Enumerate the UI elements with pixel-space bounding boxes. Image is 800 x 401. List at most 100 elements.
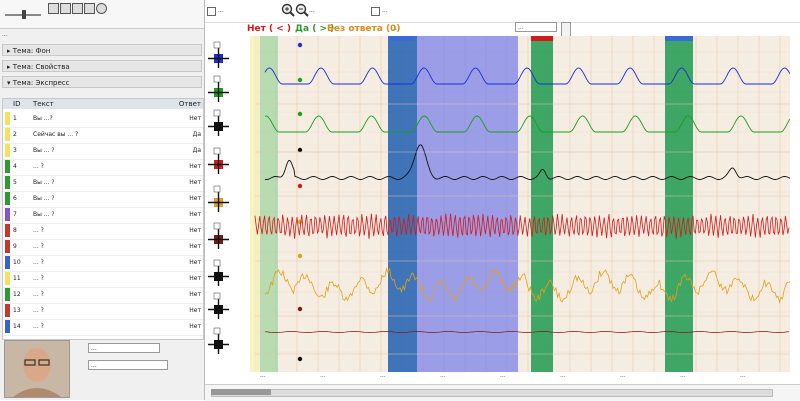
- highlight-green-3: [665, 36, 693, 372]
- topic-row-2[interactable]: ▸ Тема: Свойства: [2, 60, 202, 72]
- time-label: ...: [440, 372, 446, 379]
- channel-checkbox[interactable]: [213, 327, 221, 335]
- channel-marker-dot: [297, 147, 303, 153]
- channel-control[interactable]: [208, 147, 229, 174]
- channel-marker-dot: [297, 183, 303, 189]
- question-text: ... ?: [33, 243, 44, 250]
- question-text: Вы ... ?: [33, 179, 55, 186]
- question-id: 5: [13, 179, 17, 186]
- question-color-marker: [5, 240, 10, 253]
- question-answer: Нет: [189, 291, 201, 298]
- channel-checkbox[interactable]: [213, 109, 221, 117]
- question-answer: Нет: [189, 211, 201, 218]
- question-text: ... ?: [33, 275, 44, 282]
- save-icon[interactable]: [48, 3, 59, 14]
- question-text: ... ?: [33, 163, 44, 170]
- print-icon[interactable]: [60, 3, 71, 14]
- question-answer: Нет: [189, 115, 201, 122]
- person-icon: [13, 348, 61, 397]
- question-text: ... ?: [33, 227, 44, 234]
- export-icon[interactable]: [72, 3, 83, 14]
- question-text: Вы ...?: [33, 115, 53, 122]
- question-color-marker: [5, 176, 10, 189]
- question-text: ... ?: [33, 291, 44, 298]
- answer-select[interactable]: ...: [515, 22, 557, 32]
- topic-row-1[interactable]: ▸ Тема: Фон: [2, 44, 202, 56]
- zoom-in-icon[interactable]: [281, 3, 295, 17]
- question-id: 10: [13, 259, 21, 266]
- channel-checkbox[interactable]: [213, 222, 221, 230]
- question-answer: Нет: [189, 323, 201, 330]
- channel-marker-dot: [297, 306, 303, 312]
- channel-control[interactable]: [208, 222, 229, 249]
- time-label: ...: [500, 372, 506, 379]
- mode-select[interactable]: ...: [88, 360, 168, 370]
- question-color-marker: [5, 256, 10, 269]
- question-answer: Нет: [189, 195, 201, 202]
- question-text: Вы ... ?: [33, 147, 55, 154]
- channel-control[interactable]: [208, 41, 229, 68]
- polygraph-chart[interactable]: [205, 36, 790, 372]
- question-answer: Да: [192, 131, 201, 138]
- channel-checkbox[interactable]: [213, 259, 221, 267]
- timeline-slider-thumb[interactable]: [22, 10, 26, 19]
- scrollbar-thumb[interactable]: [211, 389, 271, 395]
- question-color-marker: [5, 112, 10, 125]
- question-field[interactable]: ...: [391, 25, 509, 34]
- bottom-scrollbar[interactable]: [205, 384, 800, 401]
- option-checkbox-2[interactable]: [371, 7, 380, 16]
- question-id: 8: [13, 227, 17, 234]
- answer-no-button[interactable]: Нет ( < ): [247, 22, 291, 36]
- topic-row-3[interactable]: ▾ Тема: Экспресс: [2, 76, 202, 88]
- question-id: 1: [13, 115, 17, 122]
- question-row[interactable]: 14 ... ? Нет: [3, 318, 203, 336]
- channel-control[interactable]: [208, 292, 229, 319]
- channel-checkbox[interactable]: [213, 75, 221, 83]
- highlight-blue-dark: [388, 36, 417, 372]
- scrollbar-track[interactable]: [211, 389, 773, 397]
- answer-none-button[interactable]: Без ответа (0): [327, 22, 400, 36]
- time-label: ...: [320, 372, 326, 379]
- question-color-marker: [5, 224, 10, 237]
- option-checkbox-1[interactable]: [207, 7, 216, 16]
- question-id: 14: [13, 323, 21, 330]
- question-color-marker: [5, 160, 10, 173]
- channel-checkbox[interactable]: [213, 147, 221, 155]
- question-color-marker: [5, 144, 10, 157]
- playback-select[interactable]: ...: [88, 343, 160, 353]
- question-id: 11: [13, 275, 21, 282]
- channel-marker-dot: [297, 219, 303, 225]
- channel-control[interactable]: [208, 185, 229, 212]
- time-axis: ...........................: [260, 372, 800, 382]
- highlight-blue-light: [417, 36, 518, 372]
- help-icon[interactable]: [96, 3, 107, 14]
- question-answer: Нет: [189, 163, 201, 170]
- channel-checkbox[interactable]: [213, 41, 221, 49]
- zoom-out-icon[interactable]: [295, 3, 309, 17]
- question-color-marker: [5, 208, 10, 221]
- left-toolbar: [0, 0, 204, 29]
- highlight-yellow: [250, 36, 260, 372]
- subject-photo: [4, 340, 70, 398]
- channel-checkbox[interactable]: [213, 292, 221, 300]
- channel-control[interactable]: [208, 75, 229, 102]
- channel-checkbox[interactable]: [213, 185, 221, 193]
- question-id: 7: [13, 211, 17, 218]
- channel-marker-dot: [297, 253, 303, 259]
- marker-blue-1: [390, 36, 415, 41]
- question-answer: Нет: [189, 179, 201, 186]
- highlight-green-2: [531, 36, 553, 372]
- channel-marker-dot: [297, 42, 303, 48]
- question-text: ... ?: [33, 259, 44, 266]
- question-answer: Нет: [189, 227, 201, 234]
- channel-control[interactable]: [208, 327, 229, 354]
- question-table: ID Текст Ответ 1 Вы ...? Нет 2 Сейчас вы ...…: [2, 98, 204, 340]
- channel-control[interactable]: [208, 259, 229, 286]
- channel-control[interactable]: [208, 109, 229, 136]
- question-answer: Да: [192, 147, 201, 154]
- marker-red: [531, 36, 553, 41]
- panel-header: ...: [2, 31, 8, 38]
- top-toolbar: ... ... ...: [205, 0, 800, 23]
- settings-icon[interactable]: [84, 3, 95, 14]
- question-id: 6: [13, 195, 17, 202]
